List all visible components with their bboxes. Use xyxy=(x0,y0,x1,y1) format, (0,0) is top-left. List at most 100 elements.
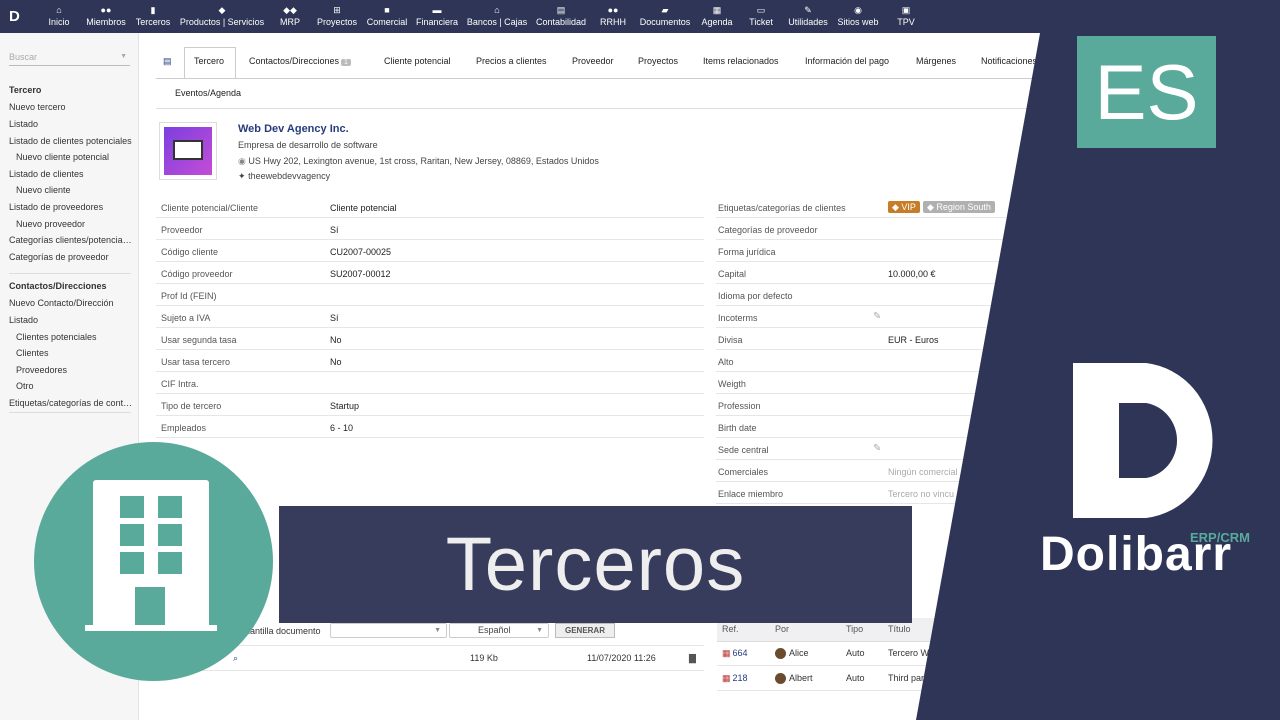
event-ref[interactable]: ▦ 218 xyxy=(722,673,748,684)
sidebar-item-18[interactable]: Etiquetas/categorías de contactos xyxy=(9,398,133,408)
language-select[interactable]: Español ▼ xyxy=(449,623,549,638)
event-type: Auto xyxy=(846,648,865,658)
sidebar-item-5[interactable]: Listado de clientes xyxy=(9,169,133,179)
menu-tpv[interactable]: ▣ TPV xyxy=(897,4,915,28)
sidebar-item-10[interactable]: Categorías de proveedor xyxy=(9,252,133,262)
menu-comercial[interactable]: ■ Comercial xyxy=(367,4,408,28)
preview-icon[interactable]: ⌕ xyxy=(233,653,238,664)
field-row xyxy=(716,306,1006,328)
field-label: Birth date xyxy=(718,423,757,433)
field-row xyxy=(156,372,704,394)
tab-eventos-agenda[interactable]: Eventos/Agenda xyxy=(175,88,241,98)
tab-cliente-potencial[interactable]: Cliente potencial xyxy=(384,56,451,66)
tab-items-relacionados[interactable]: Items relacionados xyxy=(703,56,779,66)
menu-bancos-cajas[interactable]: ⌂ Bancos | Cajas xyxy=(467,4,527,28)
dolibarr-logo-icon[interactable]: D xyxy=(9,8,27,26)
company-name[interactable]: Web Dev Agency Inc. xyxy=(238,123,349,135)
globe-icon: ◉ xyxy=(854,5,862,15)
tag-vip[interactable]: ◆ VIP xyxy=(888,201,920,213)
sidebar-item-2[interactable]: Listado xyxy=(9,119,133,129)
tab-label: Tercero xyxy=(194,56,225,66)
menu-label: Sitios web xyxy=(837,17,879,27)
event-row-divider xyxy=(717,690,937,691)
search-input[interactable]: Buscar ▼ xyxy=(9,52,130,66)
menu-documentos[interactable]: ▰ Documentos xyxy=(640,4,691,28)
sidebar-item-13[interactable]: Listado xyxy=(9,315,133,325)
menu-terceros[interactable]: ▮ Terceros xyxy=(136,4,171,28)
tab-contactos-direcciones[interactable]: Contactos/Direcciones 1 xyxy=(249,56,351,66)
events-header: Ref. xyxy=(722,624,739,634)
menu-rrhh[interactable]: ●● RRHH xyxy=(600,4,626,28)
event-title[interactable]: Third par xyxy=(888,673,924,683)
field-row xyxy=(716,328,1006,350)
tab-proyectos[interactable]: Proyectos xyxy=(638,56,678,66)
field-value: Sí xyxy=(330,313,339,323)
sidebar-item-16[interactable]: Proveedores xyxy=(16,365,131,375)
company-twitter[interactable]: theewebdevvagency xyxy=(248,171,330,181)
tab-proveedor[interactable]: Proveedor xyxy=(572,56,614,66)
menu-inicio[interactable]: ⌂ Inicio xyxy=(48,4,69,28)
tab-label: Proveedor xyxy=(572,56,614,66)
tag-region-south[interactable]: ◆ Region South xyxy=(922,201,995,213)
sidebar-item-17[interactable]: Otro xyxy=(16,381,131,391)
event-row-divider xyxy=(717,665,937,666)
edit-sede-icon[interactable]: ✎ xyxy=(873,443,881,454)
menu-contabilidad[interactable]: ▤ Contabilidad xyxy=(536,4,586,28)
field-value: Startup xyxy=(330,401,360,411)
twitter-icon: ✦ xyxy=(238,171,246,181)
tab-informaci-n-del-pago[interactable]: Información del pago xyxy=(805,56,889,66)
search-placeholder: Buscar xyxy=(9,52,38,62)
calendar-icon: ▦ xyxy=(722,648,731,658)
tab-home-icon[interactable]: ▤ xyxy=(163,56,172,67)
sidebar-item-14[interactable]: Clientes potenciales xyxy=(16,332,131,342)
edit-incoterms-icon[interactable]: ✎ xyxy=(873,311,881,322)
tag-label: Region South xyxy=(936,202,991,212)
menu-proyectos[interactable]: ⊞ Proyectos xyxy=(317,4,357,28)
tab-precios-a-clientes[interactable]: Precios a clientes xyxy=(476,56,547,66)
docgen-label: lantilla documento xyxy=(248,626,321,636)
field-row xyxy=(156,306,704,328)
event-user[interactable]: Alice xyxy=(775,648,809,660)
menu-miembros[interactable]: ●● Miembros xyxy=(86,4,126,28)
event-title[interactable]: Tercero W xyxy=(888,648,929,658)
menu-financiera[interactable]: ▬ Financiera xyxy=(416,4,458,28)
sidebar-item-1[interactable]: Nuevo tercero xyxy=(9,102,133,112)
template-select[interactable]: ▼ xyxy=(330,623,447,638)
sidebar-item-15[interactable]: Clientes xyxy=(16,348,131,358)
field-label: Capital xyxy=(718,269,747,279)
tab-notificaciones[interactable]: Notificaciones xyxy=(981,56,1037,66)
calendar-icon: ▦ xyxy=(712,5,722,15)
sidebar-item-3[interactable]: Listado de clientes potenciales xyxy=(9,136,133,146)
menu-label: Proyectos xyxy=(316,17,358,27)
trash-icon[interactable]: ▇ xyxy=(689,653,696,664)
sidebar-separator xyxy=(9,273,131,274)
menu-agenda[interactable]: ▦ Agenda xyxy=(701,4,732,28)
event-ref[interactable]: ▦ 664 xyxy=(722,648,748,659)
sidebar-item-6[interactable]: Nuevo cliente xyxy=(16,185,131,195)
menu-productos-servicios[interactable]: ◆ Productos | Servicios xyxy=(180,4,264,28)
menu-mrp[interactable]: ◆◆ MRP xyxy=(280,4,300,28)
menu-utilidades[interactable]: ✎ Utilidades xyxy=(788,4,828,28)
field-row xyxy=(156,350,704,372)
sidebar-item-11[interactable]: Contactos/Direcciones xyxy=(9,281,133,291)
sidebar-item-7[interactable]: Listado de proveedores xyxy=(9,202,133,212)
sidebar-item-12[interactable]: Nuevo Contacto/Dirección xyxy=(9,298,133,308)
menu-sitios-web[interactable]: ◉ Sitios web xyxy=(837,4,878,28)
tab-label: Contactos/Direcciones xyxy=(249,56,340,66)
field-row xyxy=(156,240,704,262)
generate-button[interactable]: GENERAR xyxy=(555,623,615,638)
menu-label: Productos | Servicios xyxy=(179,17,265,27)
tab-m-rgenes[interactable]: Márgenes xyxy=(916,56,956,66)
tab-tercero[interactable]: Tercero xyxy=(194,56,224,66)
sidebar-item-4[interactable]: Nuevo cliente potencial xyxy=(16,152,131,162)
sidebar-item-8[interactable]: Nuevo proveedor xyxy=(16,219,131,229)
sidebar-item-0[interactable]: Tercero xyxy=(9,85,133,95)
tab-divider xyxy=(156,78,1036,79)
sidebar-item-9[interactable]: Categorías clientes/potenciales xyxy=(9,235,133,245)
event-user[interactable]: Albert xyxy=(775,673,813,685)
field-label: Enlace miembro xyxy=(718,489,784,499)
map-marker-icon: ◉ xyxy=(238,156,246,166)
users-icon: ●● xyxy=(607,5,619,15)
menu-ticket[interactable]: ▭ Ticket xyxy=(749,4,773,28)
building-icon: ▮ xyxy=(150,5,156,15)
